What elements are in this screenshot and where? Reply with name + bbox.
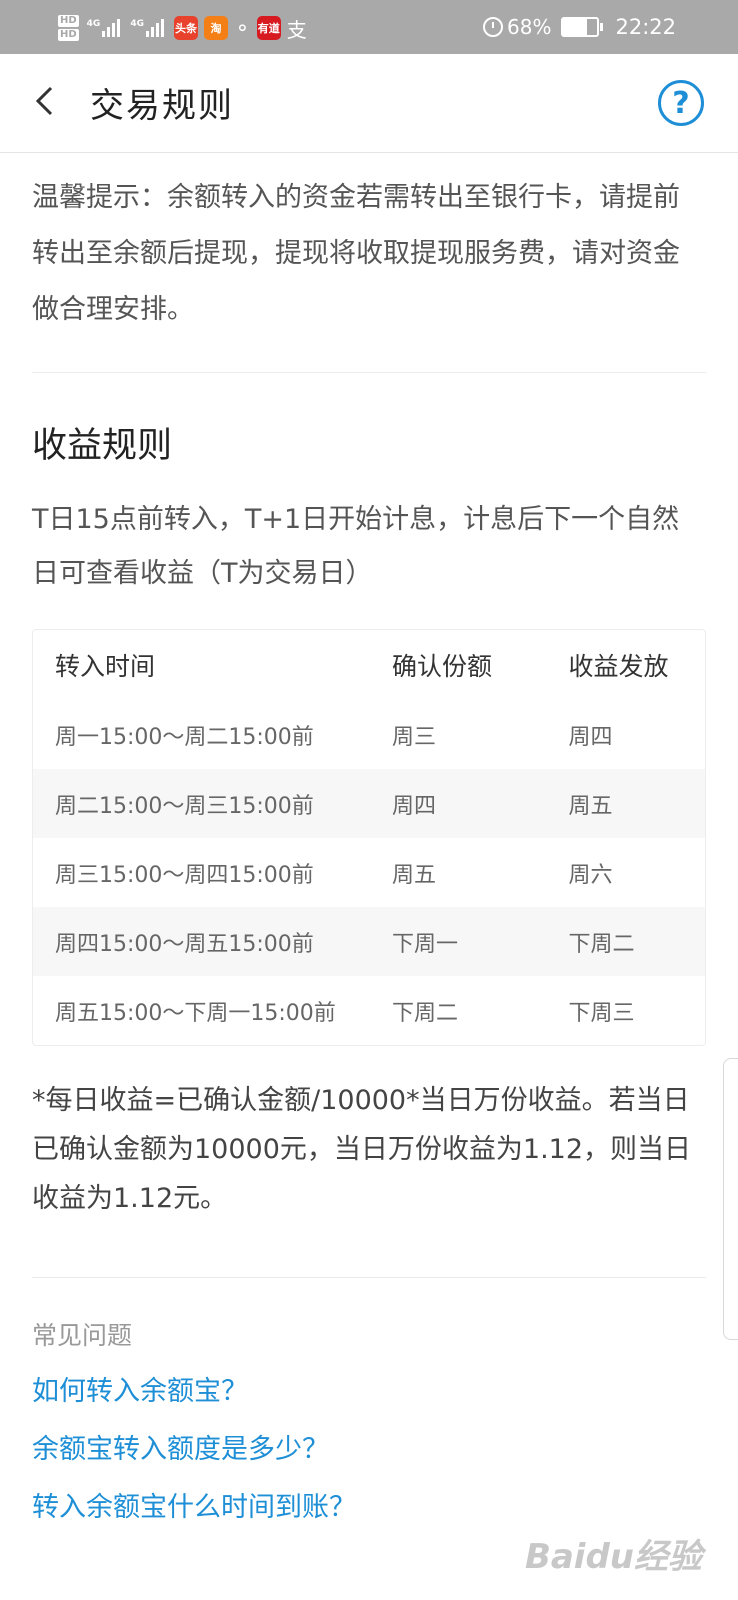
toutiao-app-icon: 头条 <box>173 16 198 40</box>
cell-confirm-share: 下周一 <box>391 931 458 957</box>
back-button[interactable] <box>34 86 54 116</box>
cell-confirm-share: 周五 <box>391 862 436 888</box>
cell-income-payout: 下周三 <box>568 1000 635 1026</box>
header-income-payout: 收益发放 <box>568 652 669 681</box>
cell-transfer-time: 周五15:00～下周一15:00前 <box>55 1000 336 1026</box>
hd-badge-1: HD <box>58 15 79 27</box>
cell-transfer-time: 周四15:00～周五15:00前 <box>55 931 314 957</box>
faq-link-transfer-limit[interactable]: 余额宝转入额度是多少？ <box>32 1430 706 1470</box>
taobao-app-label: 淘 <box>210 22 222 35</box>
alarm-icon <box>483 17 504 37</box>
table-row: 周三15:00～周四15:00前 周五 周六 <box>33 838 705 907</box>
header-confirm-share: 确认份额 <box>391 652 492 681</box>
network-type-2: 4G <box>130 19 144 29</box>
battery-fill <box>563 19 587 35</box>
cell-confirm-share: 周四 <box>391 793 436 819</box>
status-bar-left: HD HD 4G 4G 头条 淘 ⚬ 有道 支 <box>58 8 313 48</box>
table-header-row: 转入时间 确认份额 收益发放 <box>33 630 705 700</box>
battery-icon <box>561 17 604 37</box>
youdao-app-label: 有道 <box>257 22 280 35</box>
income-formula-note: *每日收益=已确认金额/10000*当日万份收益。若当日已确认金额为10000元… <box>32 1085 692 1214</box>
message-icon: ⚬ <box>233 16 251 40</box>
status-bar: HD HD 4G 4G 头条 淘 ⚬ 有道 支 68% 22:22 <box>0 0 738 54</box>
youdao-app-icon: 有道 <box>256 16 281 40</box>
cell-transfer-time: 周三15:00～周四15:00前 <box>55 862 314 888</box>
status-bar-right: 68% 22:22 <box>483 10 676 44</box>
signal-icon-1: 4G <box>87 19 123 37</box>
table-row: 周四15:00～周五15:00前 下周一 下周二 <box>33 907 705 976</box>
section-divider <box>32 372 706 373</box>
nav-bar: 交易规则 ? <box>0 54 738 153</box>
cell-confirm-share: 下周二 <box>391 1000 458 1026</box>
toutiao-app-label: 头条 <box>174 22 197 35</box>
taobao-app-icon: 淘 <box>203 16 228 40</box>
cell-income-payout: 下周二 <box>568 931 635 957</box>
clock-time: 22:22 <box>615 15 676 39</box>
cell-confirm-share: 周三 <box>391 724 436 750</box>
cell-income-payout: 周四 <box>568 724 613 750</box>
income-schedule-table: 转入时间 确认份额 收益发放 周一15:00～周二15:00前 周三 周四 周二… <box>32 629 706 1046</box>
hd-badge-2: HD <box>58 29 79 41</box>
section-divider <box>32 1277 706 1278</box>
hd-indicator: HD HD <box>58 15 79 41</box>
cell-transfer-time: 周一15:00～周二15:00前 <box>55 724 314 750</box>
header-transfer-time: 转入时间 <box>55 652 156 681</box>
table-row: 周二15:00～周三15:00前 周四 周五 <box>33 769 705 838</box>
income-rules-description: T日15点前转入，T+1日开始计息，计息后下一个自然日可查看收益（T为交易日） <box>32 504 680 589</box>
cell-transfer-time: 周二15:00～周三15:00前 <box>55 793 314 819</box>
scroll-handle[interactable] <box>723 1058 738 1340</box>
baidu-watermark: Baidu经验 <box>524 1537 702 1577</box>
table-row: 周一15:00～周二15:00前 周三 周四 <box>33 700 705 769</box>
help-icon[interactable]: ? <box>658 80 704 126</box>
faq-title: 常见问题 <box>32 1321 133 1350</box>
faq-link-arrival-time[interactable]: 转入余额宝什么时间到账？ <box>32 1488 706 1528</box>
income-rules-title: 收益规则 <box>32 426 173 466</box>
battery-percent: 68% <box>507 15 552 39</box>
cell-income-payout: 周五 <box>568 793 613 819</box>
faq-link-how-to-transfer[interactable]: 如何转入余额宝？ <box>32 1372 706 1412</box>
main-content: 温馨提示：余额转入的资金若需转出至银行卡，请提前转出至余额后提现，提现将收取提现… <box>32 152 706 1528</box>
network-type-1: 4G <box>86 19 101 29</box>
page-title: 交易规则 <box>90 86 234 126</box>
warm-tip-text: 温馨提示：余额转入的资金若需转出至银行卡，请提前转出至余额后提现，提现将收取提现… <box>32 182 680 325</box>
alipay-icon: 支 <box>286 17 307 42</box>
cell-income-payout: 周六 <box>568 862 613 888</box>
table-row: 周五15:00～下周一15:00前 下周二 下周三 <box>33 976 705 1045</box>
chevron-left-icon <box>35 86 53 116</box>
signal-icon-2: 4G <box>130 19 166 37</box>
